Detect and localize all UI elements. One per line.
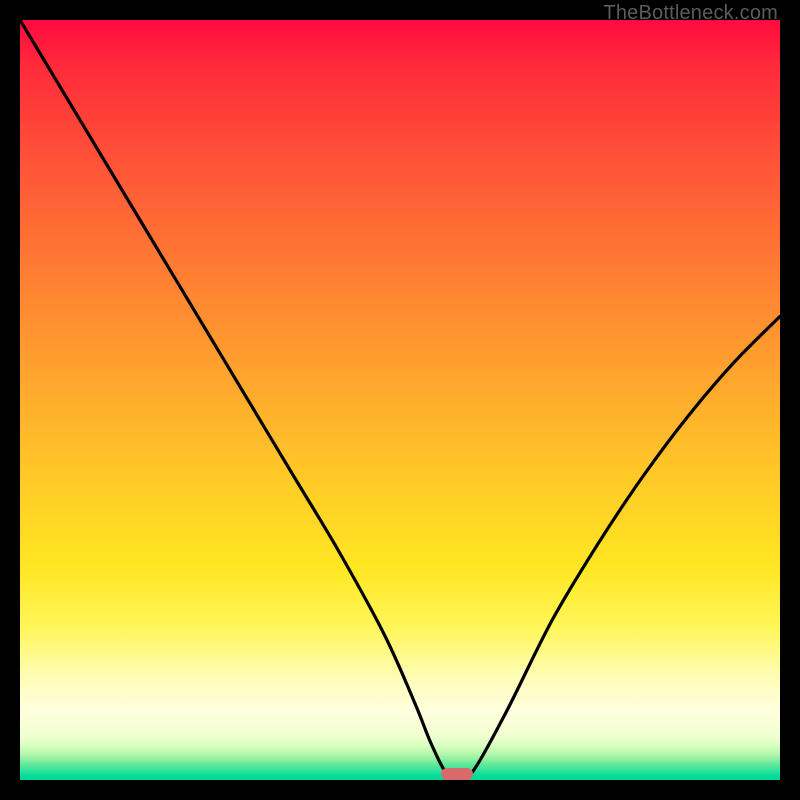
chart-stage: TheBottleneck.com [0, 0, 800, 800]
bottleneck-curve [20, 20, 780, 780]
plot-area [20, 20, 780, 780]
watermark-text: TheBottleneck.com [603, 2, 778, 25]
curve-path [20, 20, 780, 780]
optimum-marker [441, 768, 473, 780]
